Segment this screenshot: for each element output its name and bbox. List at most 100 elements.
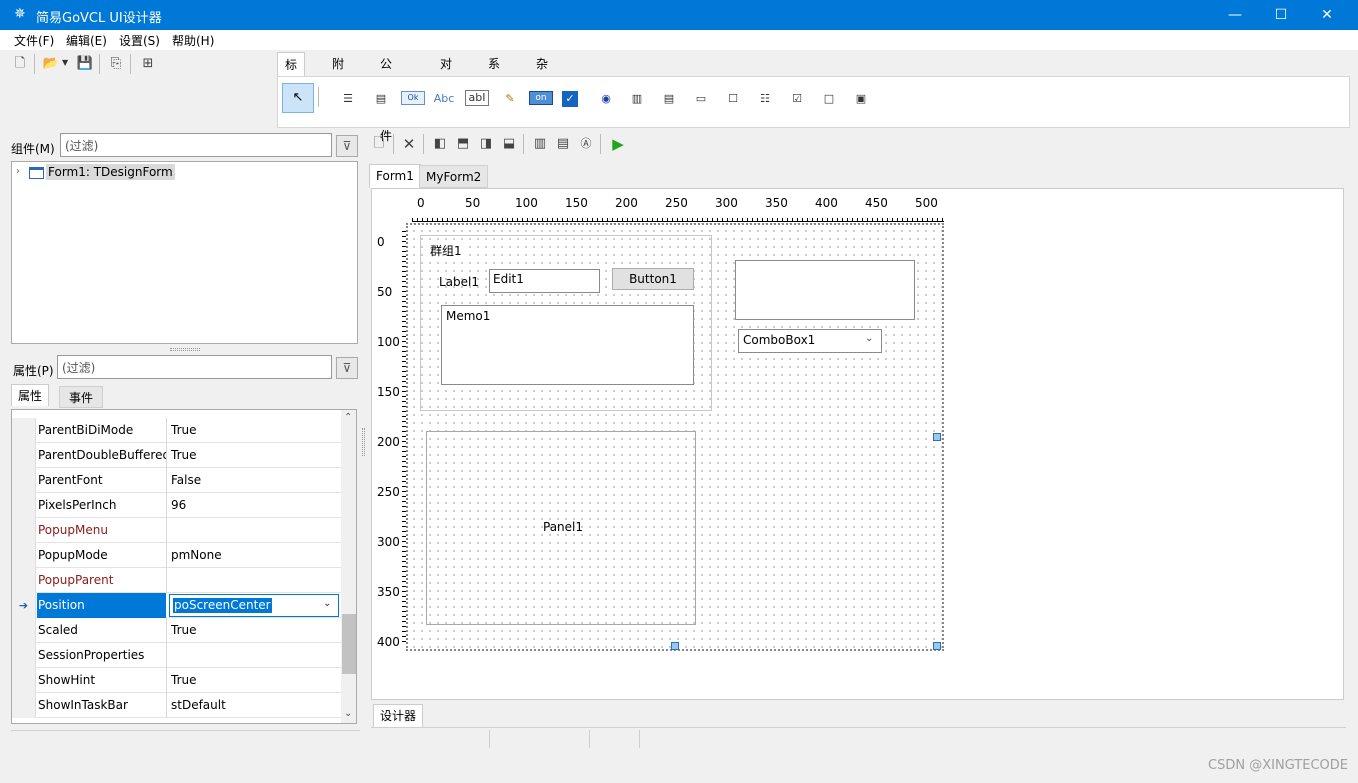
scroll-down-icon[interactable]: ⌄ [344,708,352,719]
new-form-icon[interactable]: 🗋 [368,133,390,155]
property-value[interactable]: 96 [171,493,186,518]
property-row[interactable]: ParentFont False [12,468,342,493]
menu-settings[interactable]: 设置(S) [119,32,160,49]
tscrollbar-icon[interactable]: ▭ [689,87,713,111]
menu-edit[interactable]: 编辑(E) [66,32,107,49]
run-icon[interactable]: ▶ [607,133,629,155]
property-row[interactable]: ParentBiDiMode True [12,418,342,443]
panel1[interactable]: Panel1 [426,431,696,625]
tradiobutton-icon[interactable]: ◉ [594,87,618,111]
listbox1[interactable] [735,260,915,320]
menu-help[interactable]: 帮助(H) [172,32,214,49]
save-all-icon[interactable]: ⎘ [105,53,127,75]
tpanel-icon[interactable]: □ [817,87,841,111]
tlistbox-icon[interactable]: ▥ [625,87,649,111]
popupmenu-icon[interactable]: ▤ [369,87,393,111]
property-value[interactable]: pmNone [171,543,222,568]
tmemo-icon[interactable]: ✎ [498,87,522,111]
memo1[interactable]: Memo1 [441,305,694,385]
property-row-selected[interactable]: ➔ Position poScreenCenter ⌄ [12,593,342,618]
combobox1[interactable]: ComboBox1 ⌄ [738,329,882,353]
align-bottom-icon[interactable]: ⬓ [498,133,520,155]
open-folder-icon[interactable]: 📂 [40,53,62,75]
chevron-down-icon[interactable]: ⌄ [865,333,873,344]
filter-clear-icon[interactable]: ⊽ [336,357,358,379]
tab-myform2[interactable]: MyForm2 [419,165,489,188]
property-row[interactable]: PopupParent [12,568,342,593]
close-button[interactable]: ✕ [1304,0,1350,30]
align-top-icon[interactable]: ⬒ [452,133,474,155]
save-icon[interactable]: 💾 [74,53,96,75]
palette-tab-dialogs[interactable]: 对话框 [433,52,459,119]
property-row[interactable]: PopupMenu [12,518,342,543]
space-horizontal-icon[interactable]: ▥ [529,133,551,155]
new-file-icon[interactable]: 🗋 [9,53,31,75]
ttogglebox-icon[interactable]: on [529,91,553,105]
property-scrollbar[interactable]: ⌃ ⌄ [341,410,356,723]
pointer-tool-icon[interactable]: ↖ [282,83,314,113]
layout-icon[interactable]: ⊞ [137,53,159,75]
scroll-up-icon[interactable]: ⌃ [344,412,352,423]
tedit-icon[interactable]: abI [465,90,489,106]
property-value[interactable]: stDefault [171,693,226,718]
vertical-splitter-grip[interactable] [362,428,365,456]
tree-item-form1[interactable]: Form1: TDesignForm [46,164,175,180]
chevron-down-icon[interactable]: ⌄ [323,598,331,609]
tab-events[interactable]: 事件 [59,386,103,408]
resize-handle-right[interactable] [933,433,941,441]
design-form[interactable]: 群组1 Label1 Edit1 Button1 Memo1 ComboBox1… [406,223,944,651]
maximize-button[interactable]: ☐ [1258,0,1304,30]
align-left-icon[interactable]: ◧ [429,133,451,155]
tradiogroup-icon[interactable]: ☷ [753,87,777,111]
filter-clear-icon[interactable]: ⊽ [336,135,358,157]
button1[interactable]: Button1 [612,268,694,290]
palette-tab-common[interactable]: 公共控件 [373,52,399,143]
tgroupbox-icon[interactable]: ☐ [721,87,745,111]
tcombobox-icon[interactable]: ▤ [657,87,681,111]
property-row[interactable]: PopupMode pmNone [12,543,342,568]
tab-properties[interactable]: 属性 [11,384,50,406]
tframe-icon[interactable]: ▣ [849,87,873,111]
mainmenu-icon[interactable]: ☰ [336,87,360,111]
palette-tab-standard[interactable]: 标准 [277,52,306,96]
tab-form1[interactable]: Form1 [369,164,421,188]
palette-tab-system[interactable]: 系统 [481,52,507,95]
splitter-grip[interactable] [170,348,200,351]
space-vertical-icon[interactable]: ▤ [552,133,574,155]
property-value[interactable]: True [171,443,197,468]
property-value[interactable]: False [171,468,201,493]
tab-designer[interactable]: 设计器 [373,704,424,727]
font-icon[interactable]: Ⓐ [575,133,597,155]
open-dropdown-icon[interactable]: ▼ [62,58,68,67]
component-tree[interactable]: › Form1: TDesignForm [11,161,358,344]
resize-handle-corner[interactable] [933,642,941,650]
position-value[interactable]: poScreenCenter [173,598,272,613]
expand-chevron-icon[interactable]: › [16,166,20,177]
groupbox[interactable]: 群组1 Label1 Edit1 Button1 Memo1 [420,235,712,411]
property-value[interactable]: True [171,418,197,443]
property-row[interactable]: PixelsPerInch 96 [12,493,342,518]
position-combobox[interactable]: poScreenCenter ⌄ [169,594,339,617]
property-row[interactable]: ShowHint True [12,668,342,693]
delete-icon[interactable]: ✕ [398,133,420,155]
resize-handle-bottom[interactable] [671,642,679,650]
property-row[interactable]: Scaled True [12,618,342,643]
property-row[interactable]: ShowInTaskBar stDefault [12,693,342,718]
components-filter-input[interactable]: (过滤) [60,133,332,157]
properties-filter-input[interactable]: (过滤) [57,355,332,379]
tlabel-icon[interactable]: Abc [432,87,456,111]
property-value[interactable]: True [171,668,197,693]
tcheckbox-icon[interactable]: ✓ [562,91,578,107]
align-right-icon[interactable]: ◨ [475,133,497,155]
property-row[interactable]: ParentDoubleBuffered True [12,443,342,468]
tcheckgroup-icon[interactable]: ☑ [785,87,809,111]
edit1[interactable]: Edit1 [489,269,600,293]
property-value[interactable]: True [171,618,197,643]
minimize-button[interactable]: — [1212,0,1258,30]
label1[interactable]: Label1 [439,275,479,289]
scrollbar-thumb[interactable] [342,614,356,674]
palette-tab-misc[interactable]: 杂项 [529,52,555,95]
tbutton-icon[interactable]: Ok [401,91,425,105]
property-row[interactable]: SessionProperties [12,643,342,668]
palette-tab-additional[interactable]: 附加 [325,52,351,95]
